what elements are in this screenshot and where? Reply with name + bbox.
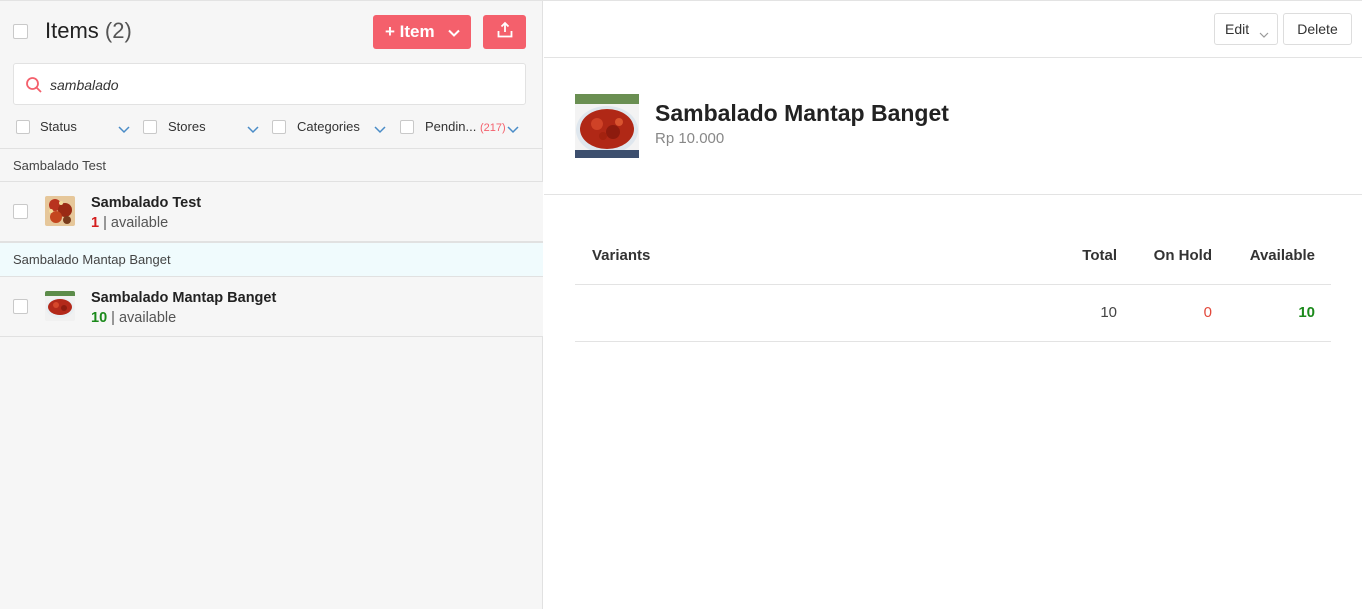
chevron-down-icon	[1259, 26, 1269, 42]
filter-status-label: Status	[40, 119, 77, 134]
filter-pending-text: Pendin...	[425, 119, 477, 134]
list-item[interactable]: Sambalado Test 1 | available	[0, 181, 543, 242]
export-button[interactable]	[483, 15, 526, 49]
col-header-available: Available	[1249, 247, 1315, 264]
item-title: Sambalado Mantap Banget	[655, 100, 949, 126]
table-divider	[575, 341, 1331, 342]
item-checkbox[interactable]	[13, 299, 28, 314]
item-summary: Sambalado Mantap Banget Rp 10.000	[544, 58, 1362, 195]
chevron-down-icon	[507, 122, 519, 137]
item-checkbox[interactable]	[13, 204, 28, 219]
filter-stores[interactable]: Stores	[143, 118, 261, 136]
chevron-down-icon	[374, 122, 386, 137]
item-price: Rp 10.000	[655, 130, 725, 147]
select-all-checkbox[interactable]	[13, 24, 28, 39]
item-availability: 10 | available	[91, 310, 176, 326]
page-title: Items (2)	[45, 18, 132, 44]
chevron-down-icon	[247, 122, 259, 137]
item-available-label: | available	[103, 215, 169, 231]
item-image	[575, 94, 639, 158]
col-header-variants: Variants	[592, 247, 651, 264]
col-header-on-hold: On Hold	[1153, 247, 1212, 264]
item-qty: 1	[91, 215, 100, 231]
delete-button[interactable]: Delete	[1283, 13, 1352, 45]
page-title-text: Items	[45, 18, 99, 43]
table-divider	[575, 284, 1331, 285]
filter-categories[interactable]: Categories	[272, 118, 388, 136]
search-input[interactable]	[50, 74, 510, 96]
cell-on-hold: 0	[1203, 304, 1212, 321]
app-window: Items (2) + Item sambalado Status Stores…	[0, 0, 1362, 609]
col-header-total: Total	[1082, 247, 1117, 264]
filter-categories-checkbox[interactable]	[272, 120, 286, 134]
chevron-down-icon	[447, 25, 461, 45]
add-item-button[interactable]: + Item	[373, 15, 471, 49]
item-available-label: | available	[111, 310, 177, 326]
item-availability: 1 | available	[91, 215, 168, 231]
items-count: (2)	[104, 18, 132, 43]
delete-label: Delete	[1297, 21, 1338, 37]
item-name: Sambalado Mantap Banget	[91, 290, 277, 306]
chevron-down-icon	[118, 122, 130, 137]
items-list-pane: Items (2) + Item sambalado Status Stores…	[0, 1, 543, 609]
detail-toolbar: Edit Delete	[544, 1, 1362, 58]
search-icon	[25, 76, 43, 99]
edit-button[interactable]: Edit	[1214, 13, 1278, 45]
item-name: Sambalado Test	[91, 195, 202, 211]
filter-status-checkbox[interactable]	[16, 120, 30, 134]
item-thumbnail	[45, 291, 75, 321]
filter-pending-label: Pendin... (217)	[425, 119, 506, 134]
search-box	[13, 63, 526, 105]
item-detail-pane: Edit Delete Sambalado Mantap Banget Rp 1…	[544, 1, 1362, 609]
edit-label: Edit	[1225, 21, 1250, 37]
item-thumbnail	[45, 196, 75, 226]
group-header: Sambalado Mantap Banget	[0, 242, 543, 276]
cell-available: 10	[1298, 304, 1315, 321]
upload-icon	[496, 21, 514, 44]
filter-categories-label: Categories	[297, 119, 360, 134]
filter-stores-checkbox[interactable]	[143, 120, 157, 134]
list-item[interactable]: Sambalado Mantap Banget 10 | available	[0, 276, 543, 337]
filter-pending-checkbox[interactable]	[400, 120, 414, 134]
filter-stores-label: Stores	[168, 119, 206, 134]
group-header: Sambalado Test	[0, 148, 543, 182]
filter-pending[interactable]: Pendin... (217)	[400, 118, 520, 136]
filter-status[interactable]: Status	[16, 118, 132, 136]
cell-total: 10	[1100, 304, 1117, 321]
add-item-label: + Item	[385, 22, 435, 41]
item-qty: 10	[91, 310, 108, 326]
filter-pending-count: (217)	[479, 122, 506, 134]
